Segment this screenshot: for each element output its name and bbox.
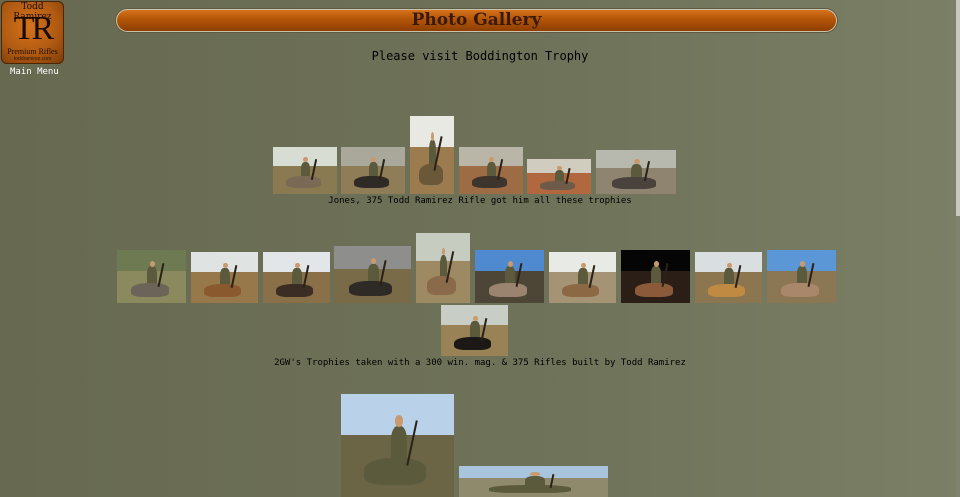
trophy-photo[interactable]	[341, 394, 454, 497]
photo-hunter	[578, 262, 588, 286]
gallery-caption-1: Jones, 375 Todd Ramirez Rifle got him al…	[328, 196, 632, 206]
photo-animal	[708, 283, 746, 297]
photo-hunter	[367, 257, 379, 284]
photo-hunter	[301, 156, 311, 178]
trophy-photo[interactable]	[475, 250, 544, 303]
photo-animal	[471, 176, 507, 189]
trophy-photo[interactable]	[459, 466, 608, 497]
trophy-photo[interactable]	[334, 246, 411, 303]
photo-hunter	[390, 415, 407, 461]
photo-animal	[780, 282, 819, 297]
trophy-photo[interactable]	[621, 250, 690, 303]
trophy-photo[interactable]	[416, 233, 470, 303]
trophy-photo[interactable]	[695, 252, 762, 303]
photo-hunter	[651, 261, 662, 285]
photo-hunter	[505, 261, 516, 285]
photo-hunter	[724, 262, 734, 286]
trophy-photo[interactable]	[596, 150, 676, 194]
photo-animal	[426, 276, 457, 295]
trophy-photo[interactable]	[527, 159, 591, 194]
photo-hunter	[470, 315, 480, 339]
page-title-bar: Photo Gallery	[116, 9, 837, 32]
photo-hunter	[797, 261, 808, 285]
scrollbar-thumb[interactable]	[956, 0, 960, 216]
photo-animal	[539, 180, 575, 190]
visit-text: Please visit Boddington Trophy	[371, 49, 589, 63]
gallery-caption-2: 2GW's Trophies taken with a 300 win. mag…	[274, 358, 686, 368]
photo-hunter	[487, 156, 497, 178]
main-menu-link[interactable]: Main Menu	[10, 67, 59, 77]
photo-animal	[454, 336, 492, 350]
photo-hunter	[147, 261, 158, 285]
photo-animal	[276, 283, 314, 297]
trophy-photo[interactable]	[549, 252, 616, 303]
photo-animal	[363, 457, 426, 485]
photo-animal	[349, 281, 392, 297]
trophy-photo[interactable]	[273, 147, 337, 194]
photo-animal	[488, 485, 571, 494]
trophy-photo[interactable]	[767, 250, 836, 303]
photo-animal	[418, 164, 443, 185]
trophy-photo[interactable]	[410, 116, 454, 194]
photo-animal	[130, 282, 169, 297]
trophy-photo[interactable]	[459, 147, 523, 194]
logo-monogram: TR	[13, 10, 54, 47]
photo-hunter	[555, 166, 565, 182]
photo-hunter	[369, 156, 379, 178]
trophy-photo[interactable]	[191, 252, 258, 303]
photo-animal	[634, 282, 673, 297]
trophy-photo[interactable]	[117, 250, 186, 303]
trophy-photo[interactable]	[341, 147, 405, 194]
photo-animal	[285, 176, 321, 189]
photo-hunter	[292, 262, 302, 286]
trophy-photo[interactable]	[441, 305, 508, 356]
photo-animal	[353, 176, 389, 189]
photo-hunter	[220, 262, 230, 286]
photo-animal	[612, 177, 656, 189]
photo-animal	[204, 283, 242, 297]
photo-animal	[488, 282, 527, 297]
trophy-photo[interactable]	[263, 252, 330, 303]
page-title: Photo Gallery	[411, 10, 542, 30]
photo-animal	[562, 283, 600, 297]
